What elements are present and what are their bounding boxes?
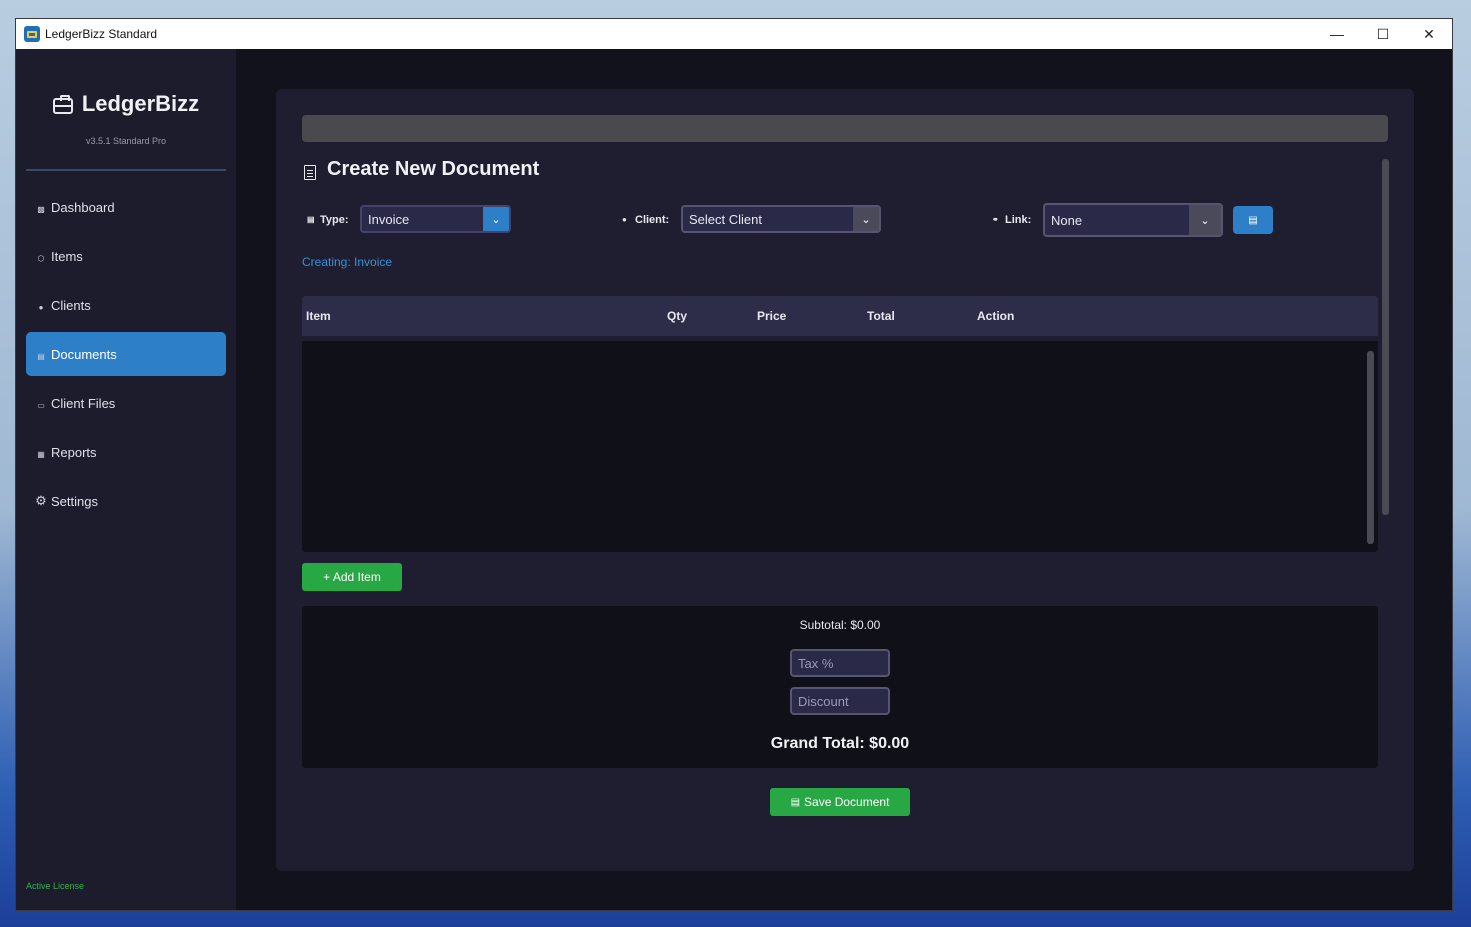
sidebar-item-documents[interactable]: ▤ Documents [26, 332, 226, 376]
client-label: ● Client: [622, 214, 669, 226]
link-label-text: Link: [1005, 214, 1032, 226]
sidebar-item-items[interactable]: ⬡ Items [26, 234, 226, 278]
chevron-down-icon[interactable]: ⌄ [853, 207, 879, 231]
app-window: LedgerBizz Standard — ☐ ✕ LedgerBizz v3.… [15, 18, 1453, 911]
document-panel: Create New Document ▤ Type: Invoice ⌄ ● … [276, 89, 1414, 871]
window-title: LedgerBizz Standard [45, 27, 158, 41]
document-icon: ▤ [307, 215, 315, 224]
save-document-label: Save Document [804, 795, 890, 809]
chevron-down-icon[interactable]: ⌄ [1189, 205, 1221, 235]
page-title: Create New Document [304, 158, 539, 181]
save-document-button[interactable]: ▤ Save Document [770, 788, 910, 816]
items-table-header: Item Qty Price Total Action [302, 296, 1378, 336]
tax-input[interactable] [790, 649, 890, 677]
brand-name: LedgerBizz [81, 91, 200, 116]
save-icon: ▤ [790, 796, 801, 808]
type-select-value: Invoice [368, 211, 410, 227]
title-bar[interactable]: LedgerBizz Standard — ☐ ✕ [16, 19, 1452, 49]
client-select-value: Select Client [689, 211, 762, 227]
sidebar-item-reports[interactable]: ▦ Reports [26, 430, 226, 474]
column-price: Price [757, 309, 787, 323]
sidebar-item-label: Documents [51, 346, 117, 362]
link-action-button[interactable]: ▤ [1233, 206, 1273, 234]
client-label-text: Client: [635, 214, 670, 226]
column-item: Item [306, 309, 331, 323]
panel-scrollbar[interactable] [1382, 159, 1389, 515]
creating-status: Creating: Invoice [302, 255, 393, 269]
sidebar-item-client-files[interactable]: ▭ Client Files [26, 381, 226, 425]
add-item-button[interactable]: + Add Item [302, 563, 402, 591]
document-icon: ▤ [1248, 214, 1258, 226]
sidebar-item-label: Dashboard [51, 199, 115, 215]
column-action: Action [977, 309, 1015, 323]
column-qty: Qty [667, 309, 688, 323]
main-content: Create New Document ▤ Type: Invoice ⌄ ● … [236, 49, 1452, 910]
client-select[interactable]: Select Client ⌄ [681, 205, 881, 233]
sidebar-item-label: Settings [51, 493, 98, 509]
user-icon: ● [622, 215, 627, 224]
page-title-text: Create New Document [327, 158, 540, 180]
version-label: v3.5.1 Standard Pro [85, 136, 167, 146]
chart-icon: ▩ [37, 205, 45, 214]
users-icon: ● [38, 303, 44, 312]
sidebar-item-clients[interactable]: ● Clients [26, 283, 226, 327]
sidebar-item-dashboard[interactable]: ▩ Dashboard [26, 185, 226, 229]
subtotal: Subtotal: $0.00 [799, 618, 881, 632]
link-select[interactable]: None ⌄ [1043, 203, 1223, 237]
type-label-text: Type: [320, 214, 349, 226]
progress-bar [302, 115, 1388, 142]
sidebar-item-label: Reports [51, 444, 97, 460]
column-total: Total [867, 309, 895, 323]
document-icon: ▤ [37, 352, 45, 361]
maximize-button[interactable]: ☐ [1360, 19, 1406, 49]
chevron-down-icon[interactable]: ⌄ [483, 207, 509, 231]
items-table-body [302, 341, 1378, 552]
close-button[interactable]: ✕ [1406, 19, 1452, 49]
link-select-value: None [1051, 212, 1083, 228]
sidebar-nav: ▩ Dashboard ⬡ Items ● Clients ▤ Document… [26, 185, 226, 528]
table-scrollbar[interactable] [1367, 351, 1374, 544]
grand-total: Grand Total: $0.00 [770, 735, 910, 752]
sidebar-divider [26, 169, 226, 171]
discount-input[interactable] [790, 687, 890, 715]
window-controls: — ☐ ✕ [1314, 19, 1452, 49]
minimize-button[interactable]: — [1314, 19, 1360, 49]
totals-summary: Subtotal: $0.00 Grand Total: $0.00 [302, 606, 1378, 768]
sidebar-item-label: Client Files [51, 395, 116, 411]
box-icon: ⬡ [37, 254, 45, 263]
link-label: ⚭ Link: [992, 214, 1031, 226]
report-icon: ▦ [37, 450, 45, 459]
gear-icon: ⚙ [35, 493, 47, 508]
brand: LedgerBizz [16, 91, 236, 117]
link-icon: ⚭ [992, 215, 999, 224]
sidebar-item-label: Clients [51, 297, 91, 313]
type-label: ▤ Type: [307, 214, 349, 226]
briefcase-icon [52, 95, 73, 114]
document-icon [304, 165, 316, 180]
sidebar-item-label: Items [51, 248, 83, 264]
type-select[interactable]: Invoice ⌄ [360, 205, 511, 233]
sidebar: LedgerBizz v3.5.1 Standard Pro ▩ Dashboa… [16, 49, 236, 910]
sidebar-item-settings[interactable]: ⚙ Settings [26, 479, 226, 523]
license-status: Active License [26, 881, 85, 891]
app-icon [24, 26, 40, 42]
folder-icon: ▭ [37, 401, 45, 410]
